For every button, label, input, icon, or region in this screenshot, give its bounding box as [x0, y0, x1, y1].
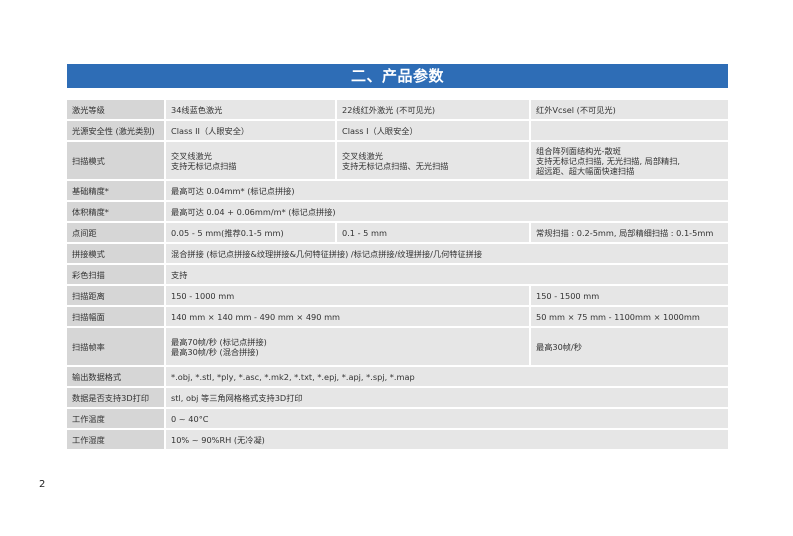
table-cell: 最高可达 0.04 + 0.06mm/m* (标记点拼接): [166, 202, 729, 223]
row-label: 扫描模式: [67, 142, 166, 181]
row-label: 激光等级: [67, 100, 166, 121]
row-label: 体积精度*: [67, 202, 166, 223]
table-cell: 最高可达 0.04mm* (标记点拼接): [166, 181, 729, 202]
row-label: 扫描帧率: [67, 328, 166, 367]
table-cell: 混合拼接 (标记点拼接&纹理拼接&几何特征拼接) /标记点拼接/纹理拼接/几何特…: [166, 244, 729, 265]
table-cell: 10% ~ 90%RH (无冷凝): [166, 430, 729, 451]
table-row: 输出数据格式 *.obj, *.stl, *ply, *.asc, *.mk2,…: [67, 367, 729, 388]
table-row: 扫描帧率 最高70帧/秒 (标记点拼接) 最高30帧/秒 (混合拼接) 最高30…: [67, 328, 729, 367]
table-row: 扫描模式 交叉线激光 支持无标记点扫描 交叉线激光 支持无标记点扫描、无光扫描 …: [67, 142, 729, 181]
table-row: 拼接模式 混合拼接 (标记点拼接&纹理拼接&几何特征拼接) /标记点拼接/纹理拼…: [67, 244, 729, 265]
table-cell: [531, 121, 729, 142]
table-cell: 支持: [166, 265, 729, 286]
table-cell: 交叉线激光 支持无标记点扫描、无光扫描: [337, 142, 532, 181]
table-cell: 最高70帧/秒 (标记点拼接) 最高30帧/秒 (混合拼接): [166, 328, 532, 367]
table-row: 工作湿度 10% ~ 90%RH (无冷凝): [67, 430, 729, 451]
table-cell: 50 mm × 75 mm - 1100mm × 1000mm: [531, 307, 729, 328]
row-label: 光源安全性 (激光类别): [67, 121, 166, 142]
table-row: 扫描距离 150 - 1000 mm 150 - 1500 mm: [67, 286, 729, 307]
spec-table: 激光等级 34线蓝色激光 22线红外激光 (不可见光) 红外Vcsel (不可见…: [67, 100, 729, 451]
table-cell: stl, obj 等三角网格格式支持3D打印: [166, 388, 729, 409]
row-label: 基础精度*: [67, 181, 166, 202]
page-number: 2: [39, 479, 46, 490]
table-cell: 组合阵列面结构光-散斑 支持无标记点扫描, 无光扫描, 局部精扫, 超远距、超大…: [531, 142, 729, 181]
row-label: 彩色扫描: [67, 265, 166, 286]
row-label: 拼接模式: [67, 244, 166, 265]
table-row: 彩色扫描 支持: [67, 265, 729, 286]
table-cell: 0 ~ 40°C: [166, 409, 729, 430]
table-cell: 最高30帧/秒: [531, 328, 729, 367]
row-label: 数据是否支持3D打印: [67, 388, 166, 409]
row-label: 工作温度: [67, 409, 166, 430]
table-row: 体积精度* 最高可达 0.04 + 0.06mm/m* (标记点拼接): [67, 202, 729, 223]
table-cell: 0.05 - 5 mm(推荐0.1-5 mm): [166, 223, 337, 244]
table-row: 激光等级 34线蓝色激光 22线红外激光 (不可见光) 红外Vcsel (不可见…: [67, 100, 729, 121]
table-row: 点间距 0.05 - 5 mm(推荐0.1-5 mm) 0.1 - 5 mm 常…: [67, 223, 729, 244]
table-cell: *.obj, *.stl, *ply, *.asc, *.mk2, *.txt,…: [166, 367, 729, 388]
table-cell: Class I（人眼安全）: [337, 121, 532, 142]
row-label: 点间距: [67, 223, 166, 244]
table-row: 数据是否支持3D打印 stl, obj 等三角网格格式支持3D打印: [67, 388, 729, 409]
row-label: 工作湿度: [67, 430, 166, 451]
row-label: 输出数据格式: [67, 367, 166, 388]
row-label: 扫描距离: [67, 286, 166, 307]
table-row: 扫描幅面 140 mm × 140 mm - 490 mm × 490 mm 5…: [67, 307, 729, 328]
table-cell: 22线红外激光 (不可见光): [337, 100, 532, 121]
table-row: 基础精度* 最高可达 0.04mm* (标记点拼接): [67, 181, 729, 202]
table-cell: 0.1 - 5 mm: [337, 223, 532, 244]
table-cell: 140 mm × 140 mm - 490 mm × 490 mm: [166, 307, 532, 328]
table-cell: 34线蓝色激光: [166, 100, 337, 121]
row-label: 扫描幅面: [67, 307, 166, 328]
table-row: 工作温度 0 ~ 40°C: [67, 409, 729, 430]
table-row: 光源安全性 (激光类别) Class II（人眼安全） Class I（人眼安全…: [67, 121, 729, 142]
table-cell: 150 - 1000 mm: [166, 286, 532, 307]
table-cell: Class II（人眼安全）: [166, 121, 337, 142]
table-cell: 常规扫描 : 0.2-5mm, 局部精细扫描 : 0.1-5mm: [531, 223, 729, 244]
table-cell: 交叉线激光 支持无标记点扫描: [166, 142, 337, 181]
section-title: 二、产品参数: [67, 64, 728, 88]
table-cell: 150 - 1500 mm: [531, 286, 729, 307]
table-cell: 红外Vcsel (不可见光): [531, 100, 729, 121]
